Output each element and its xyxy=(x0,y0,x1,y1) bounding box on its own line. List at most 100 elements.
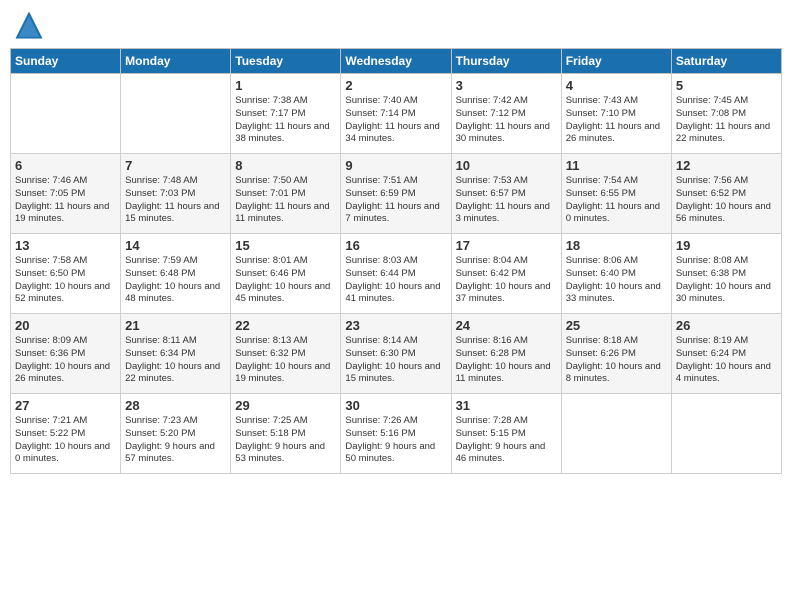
weekday-header: Wednesday xyxy=(341,49,451,74)
day-number: 8 xyxy=(235,158,336,173)
calendar-cell: 20 Sunrise: 8:09 AMSunset: 6:36 PMDaylig… xyxy=(11,314,121,394)
day-info: Sunrise: 7:56 AMSunset: 6:52 PMDaylight:… xyxy=(676,175,777,226)
day-info: Sunrise: 8:03 AMSunset: 6:44 PMDaylight:… xyxy=(345,255,446,306)
day-number: 15 xyxy=(235,238,336,253)
day-info: Sunrise: 7:48 AMSunset: 7:03 PMDaylight:… xyxy=(125,175,226,226)
calendar-cell: 17 Sunrise: 8:04 AMSunset: 6:42 PMDaylig… xyxy=(451,234,561,314)
day-info: Sunrise: 8:18 AMSunset: 6:26 PMDaylight:… xyxy=(566,335,667,386)
calendar-cell: 19 Sunrise: 8:08 AMSunset: 6:38 PMDaylig… xyxy=(671,234,781,314)
day-info: Sunrise: 7:25 AMSunset: 5:18 PMDaylight:… xyxy=(235,415,336,466)
calendar-cell: 30 Sunrise: 7:26 AMSunset: 5:16 PMDaylig… xyxy=(341,394,451,474)
day-number: 13 xyxy=(15,238,116,253)
day-number: 30 xyxy=(345,398,446,413)
calendar-week-row: 1 Sunrise: 7:38 AMSunset: 7:17 PMDayligh… xyxy=(11,74,782,154)
calendar-cell: 27 Sunrise: 7:21 AMSunset: 5:22 PMDaylig… xyxy=(11,394,121,474)
day-number: 4 xyxy=(566,78,667,93)
weekday-header: Thursday xyxy=(451,49,561,74)
calendar-cell: 8 Sunrise: 7:50 AMSunset: 7:01 PMDayligh… xyxy=(231,154,341,234)
calendar-cell: 18 Sunrise: 8:06 AMSunset: 6:40 PMDaylig… xyxy=(561,234,671,314)
day-number: 11 xyxy=(566,158,667,173)
day-number: 9 xyxy=(345,158,446,173)
calendar-cell: 9 Sunrise: 7:51 AMSunset: 6:59 PMDayligh… xyxy=(341,154,451,234)
day-info: Sunrise: 7:50 AMSunset: 7:01 PMDaylight:… xyxy=(235,175,336,226)
calendar-week-row: 6 Sunrise: 7:46 AMSunset: 7:05 PMDayligh… xyxy=(11,154,782,234)
day-number: 6 xyxy=(15,158,116,173)
weekday-header: Friday xyxy=(561,49,671,74)
day-info: Sunrise: 8:14 AMSunset: 6:30 PMDaylight:… xyxy=(345,335,446,386)
day-info: Sunrise: 8:06 AMSunset: 6:40 PMDaylight:… xyxy=(566,255,667,306)
calendar-cell: 3 Sunrise: 7:42 AMSunset: 7:12 PMDayligh… xyxy=(451,74,561,154)
calendar-cell: 22 Sunrise: 8:13 AMSunset: 6:32 PMDaylig… xyxy=(231,314,341,394)
day-info: Sunrise: 8:13 AMSunset: 6:32 PMDaylight:… xyxy=(235,335,336,386)
weekday-header: Sunday xyxy=(11,49,121,74)
calendar-cell: 28 Sunrise: 7:23 AMSunset: 5:20 PMDaylig… xyxy=(121,394,231,474)
day-info: Sunrise: 7:58 AMSunset: 6:50 PMDaylight:… xyxy=(15,255,116,306)
day-number: 2 xyxy=(345,78,446,93)
day-number: 19 xyxy=(676,238,777,253)
day-info: Sunrise: 8:19 AMSunset: 6:24 PMDaylight:… xyxy=(676,335,777,386)
calendar-cell: 2 Sunrise: 7:40 AMSunset: 7:14 PMDayligh… xyxy=(341,74,451,154)
day-number: 14 xyxy=(125,238,226,253)
calendar-cell: 1 Sunrise: 7:38 AMSunset: 7:17 PMDayligh… xyxy=(231,74,341,154)
weekday-header: Monday xyxy=(121,49,231,74)
day-info: Sunrise: 7:21 AMSunset: 5:22 PMDaylight:… xyxy=(15,415,116,466)
day-number: 23 xyxy=(345,318,446,333)
calendar-cell: 12 Sunrise: 7:56 AMSunset: 6:52 PMDaylig… xyxy=(671,154,781,234)
weekday-header-row: SundayMondayTuesdayWednesdayThursdayFrid… xyxy=(11,49,782,74)
day-info: Sunrise: 8:16 AMSunset: 6:28 PMDaylight:… xyxy=(456,335,557,386)
calendar-week-row: 13 Sunrise: 7:58 AMSunset: 6:50 PMDaylig… xyxy=(11,234,782,314)
logo-icon xyxy=(14,10,44,40)
calendar-cell xyxy=(11,74,121,154)
calendar-cell: 23 Sunrise: 8:14 AMSunset: 6:30 PMDaylig… xyxy=(341,314,451,394)
day-info: Sunrise: 8:11 AMSunset: 6:34 PMDaylight:… xyxy=(125,335,226,386)
day-number: 20 xyxy=(15,318,116,333)
page-header xyxy=(10,10,782,40)
calendar-cell: 29 Sunrise: 7:25 AMSunset: 5:18 PMDaylig… xyxy=(231,394,341,474)
calendar-cell: 11 Sunrise: 7:54 AMSunset: 6:55 PMDaylig… xyxy=(561,154,671,234)
day-info: Sunrise: 7:46 AMSunset: 7:05 PMDaylight:… xyxy=(15,175,116,226)
day-number: 1 xyxy=(235,78,336,93)
day-number: 17 xyxy=(456,238,557,253)
day-number: 16 xyxy=(345,238,446,253)
calendar-week-row: 20 Sunrise: 8:09 AMSunset: 6:36 PMDaylig… xyxy=(11,314,782,394)
day-info: Sunrise: 8:09 AMSunset: 6:36 PMDaylight:… xyxy=(15,335,116,386)
calendar-cell: 7 Sunrise: 7:48 AMSunset: 7:03 PMDayligh… xyxy=(121,154,231,234)
calendar-cell: 21 Sunrise: 8:11 AMSunset: 6:34 PMDaylig… xyxy=(121,314,231,394)
day-info: Sunrise: 7:53 AMSunset: 6:57 PMDaylight:… xyxy=(456,175,557,226)
day-number: 22 xyxy=(235,318,336,333)
calendar-cell: 14 Sunrise: 7:59 AMSunset: 6:48 PMDaylig… xyxy=(121,234,231,314)
day-info: Sunrise: 7:59 AMSunset: 6:48 PMDaylight:… xyxy=(125,255,226,306)
day-number: 18 xyxy=(566,238,667,253)
day-info: Sunrise: 8:04 AMSunset: 6:42 PMDaylight:… xyxy=(456,255,557,306)
day-number: 24 xyxy=(456,318,557,333)
calendar-cell: 10 Sunrise: 7:53 AMSunset: 6:57 PMDaylig… xyxy=(451,154,561,234)
logo xyxy=(14,10,48,40)
day-number: 7 xyxy=(125,158,226,173)
day-number: 21 xyxy=(125,318,226,333)
calendar-cell: 31 Sunrise: 7:28 AMSunset: 5:15 PMDaylig… xyxy=(451,394,561,474)
day-number: 29 xyxy=(235,398,336,413)
day-info: Sunrise: 7:28 AMSunset: 5:15 PMDaylight:… xyxy=(456,415,557,466)
calendar-week-row: 27 Sunrise: 7:21 AMSunset: 5:22 PMDaylig… xyxy=(11,394,782,474)
day-number: 3 xyxy=(456,78,557,93)
calendar-cell: 24 Sunrise: 8:16 AMSunset: 6:28 PMDaylig… xyxy=(451,314,561,394)
day-info: Sunrise: 7:42 AMSunset: 7:12 PMDaylight:… xyxy=(456,95,557,146)
day-number: 5 xyxy=(676,78,777,93)
calendar-table: SundayMondayTuesdayWednesdayThursdayFrid… xyxy=(10,48,782,474)
calendar-cell: 13 Sunrise: 7:58 AMSunset: 6:50 PMDaylig… xyxy=(11,234,121,314)
day-number: 26 xyxy=(676,318,777,333)
day-number: 25 xyxy=(566,318,667,333)
calendar-cell: 4 Sunrise: 7:43 AMSunset: 7:10 PMDayligh… xyxy=(561,74,671,154)
calendar-cell xyxy=(561,394,671,474)
calendar-cell xyxy=(671,394,781,474)
calendar-cell: 16 Sunrise: 8:03 AMSunset: 6:44 PMDaylig… xyxy=(341,234,451,314)
calendar-cell: 15 Sunrise: 8:01 AMSunset: 6:46 PMDaylig… xyxy=(231,234,341,314)
day-info: Sunrise: 7:43 AMSunset: 7:10 PMDaylight:… xyxy=(566,95,667,146)
day-number: 10 xyxy=(456,158,557,173)
calendar-cell: 5 Sunrise: 7:45 AMSunset: 7:08 PMDayligh… xyxy=(671,74,781,154)
day-info: Sunrise: 7:51 AMSunset: 6:59 PMDaylight:… xyxy=(345,175,446,226)
weekday-header: Saturday xyxy=(671,49,781,74)
calendar-cell: 6 Sunrise: 7:46 AMSunset: 7:05 PMDayligh… xyxy=(11,154,121,234)
day-info: Sunrise: 8:01 AMSunset: 6:46 PMDaylight:… xyxy=(235,255,336,306)
day-number: 27 xyxy=(15,398,116,413)
